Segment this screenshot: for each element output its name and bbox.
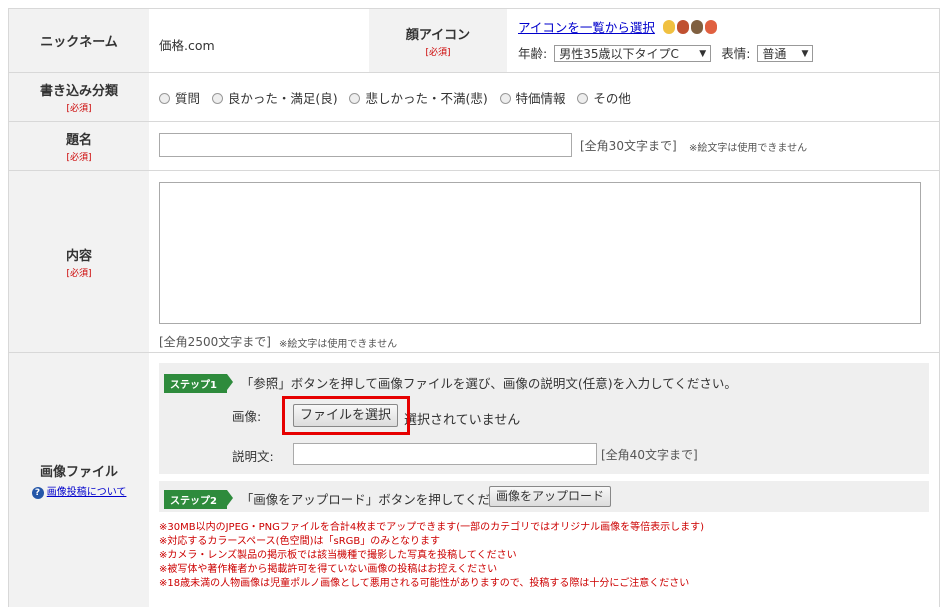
title-required: [必須] — [66, 153, 92, 163]
image-note: ※18歳未満の人物画像は児童ポルノ画像として悪用される可能性がありますので、投稿… — [159, 578, 690, 589]
description-label: 説明文: — [232, 449, 274, 464]
category-option-other[interactable]: その他 — [577, 88, 631, 107]
icon-select-link[interactable]: アイコンを一覧から選択 — [518, 20, 655, 35]
image-label-cell: 画像ファイル ? 画像投稿について — [9, 353, 149, 607]
content-label: 内容 — [65, 248, 92, 264]
chevron-down-icon: ▼ — [699, 49, 707, 59]
file-select-highlight — [282, 396, 410, 435]
title-input[interactable] — [159, 133, 572, 157]
image-note: ※被写体や著作権者から掲載許可を得ていない画像の投稿はお控えください — [159, 564, 498, 575]
age-select[interactable]: 男性35歳以下タイプC ▼ — [554, 45, 712, 62]
category-option-label: 特価情報 — [515, 91, 566, 106]
nickname-value: 価格.com — [159, 38, 215, 53]
image-notes: ※30MB以内のJPEG・PNGファイルを合計4枚までアップできます(一部のカテ… — [159, 521, 704, 591]
content-emoji-note: ※絵文字は使用できません — [279, 339, 398, 350]
category-option-label: 悲しかった・不満(悲) — [365, 91, 488, 106]
category-required: [必須] — [66, 104, 92, 114]
image-field-label: 画像: — [232, 409, 262, 424]
step1-badge: ステップ1 — [164, 374, 233, 393]
icon-select-area: アイコンを一覧から選択 — [518, 17, 719, 36]
content-textarea[interactable] — [159, 182, 921, 324]
face-icon-4[interactable] — [704, 20, 717, 34]
radio-icon — [499, 93, 511, 104]
radio-icon — [349, 93, 361, 104]
chevron-down-icon: ▼ — [801, 49, 809, 59]
radio-icon — [577, 93, 589, 104]
category-label-cell: 書き込み分類 [必須] — [9, 73, 149, 121]
content-required: [必須] — [66, 268, 92, 279]
step1-header: ステップ1 「参照」ボタンを押して画像ファイルを選び、画像の説明文(任意)を入力… — [164, 373, 737, 393]
nickname-label-cell: ニックネーム — [9, 9, 149, 72]
face-icon-1[interactable] — [662, 20, 675, 34]
expression-select[interactable]: 普通 ▼ — [757, 45, 814, 62]
title-limit: [全角30文字まで] — [580, 139, 677, 153]
category-option-deal[interactable]: 特価情報 — [499, 88, 566, 107]
post-form: ニックネーム 価格.com 顔アイコン [必須] アイコンを一覧から選択 年齢:… — [8, 8, 940, 607]
radio-icon — [159, 93, 170, 104]
category-option-sad[interactable]: 悲しかった・不満(悲) — [349, 88, 488, 107]
category-label: 書き込み分類 — [39, 84, 118, 99]
title-emoji-note: ※絵文字は使用できません — [689, 143, 808, 154]
face-icon-2[interactable] — [676, 20, 689, 34]
icon-label: 顔アイコン — [405, 27, 471, 43]
image-help-link[interactable]: 画像投稿について — [47, 487, 127, 498]
expression-select-value: 普通 — [762, 47, 787, 61]
icon-label-cell: 顔アイコン [必須] — [369, 9, 507, 72]
image-row: 画像ファイル ? 画像投稿について ステップ1 「参照」ボタンを押して画像ファイ… — [9, 353, 939, 607]
radio-icon — [211, 93, 223, 104]
step2-header: ステップ2 「画像をアップロード」ボタンを押してください。 — [164, 489, 528, 509]
icon-required: [必須] — [425, 47, 451, 58]
category-option-question[interactable]: 質問 — [159, 88, 200, 107]
nickname-row: ニックネーム 価格.com 顔アイコン [必須] アイコンを一覧から選択 年齢:… — [9, 9, 939, 73]
title-row: 題名 [必須] [全角30文字まで] ※絵文字は使用できません — [9, 122, 939, 171]
nickname-label: ニックネーム — [40, 35, 118, 50]
content-row: 内容 [必須] [全角2500文字まで] ※絵文字は使用できません — [9, 171, 939, 353]
title-label: 題名 — [65, 133, 92, 148]
content-label-cell: 内容 [必須] — [9, 171, 149, 352]
file-status: 選択されていません — [404, 413, 521, 428]
age-label: 年齢: — [518, 46, 548, 61]
step2-badge: ステップ2 — [164, 490, 233, 509]
icon-options: 年齢: 男性35歳以下タイプC ▼ 表情: 普通 ▼ — [518, 43, 814, 62]
title-label-cell: 題名 [必須] — [9, 122, 149, 170]
content-limit: [全角2500文字まで] — [159, 335, 271, 349]
category-option-good[interactable]: 良かった・満足(良) — [211, 88, 338, 107]
category-option-label: その他 — [593, 91, 631, 106]
step2-box: ステップ2 「画像をアップロード」ボタンを押してください。 画像をアップロード — [159, 481, 929, 512]
category-row: 書き込み分類 [必須] 質問 良かった・満足(良) 悲しかった・不満(悲) 特価… — [9, 73, 939, 122]
help-icon: ? — [31, 487, 44, 499]
age-select-value: 男性35歳以下タイプC — [559, 47, 679, 61]
description-limit: [全角40文字まで] — [601, 448, 698, 462]
image-note: ※30MB以内のJPEG・PNGファイルを合計4枚までアップできます(一部のカテ… — [159, 522, 705, 533]
description-input[interactable] — [293, 443, 597, 465]
category-options: 質問 良かった・満足(良) 悲しかった・不満(悲) 特価情報 その他 — [159, 88, 639, 107]
step1-text: 「参照」ボタンを押して画像ファイルを選び、画像の説明文(任意)を入力してください… — [240, 376, 737, 391]
category-option-label: 良かった・満足(良) — [227, 91, 338, 106]
image-help[interactable]: ? 画像投稿について — [31, 483, 127, 499]
step1-box: ステップ1 「参照」ボタンを押して画像ファイルを選び、画像の説明文(任意)を入力… — [159, 363, 929, 474]
face-icon-3[interactable] — [690, 20, 703, 34]
image-note: ※カメラ・レンズ製品の掲示板では該当機種で撮影した写真を投稿してください — [159, 550, 517, 561]
expression-label: 表情: — [721, 46, 751, 61]
image-note: ※対応するカラースペース(色空間)は「sRGB」のみとなります — [159, 536, 440, 547]
category-option-label: 質問 — [175, 91, 201, 106]
upload-button[interactable]: 画像をアップロード — [489, 486, 612, 507]
image-label: 画像ファイル — [39, 465, 118, 480]
step2-text: 「画像をアップロード」ボタンを押してください。 — [240, 492, 528, 507]
